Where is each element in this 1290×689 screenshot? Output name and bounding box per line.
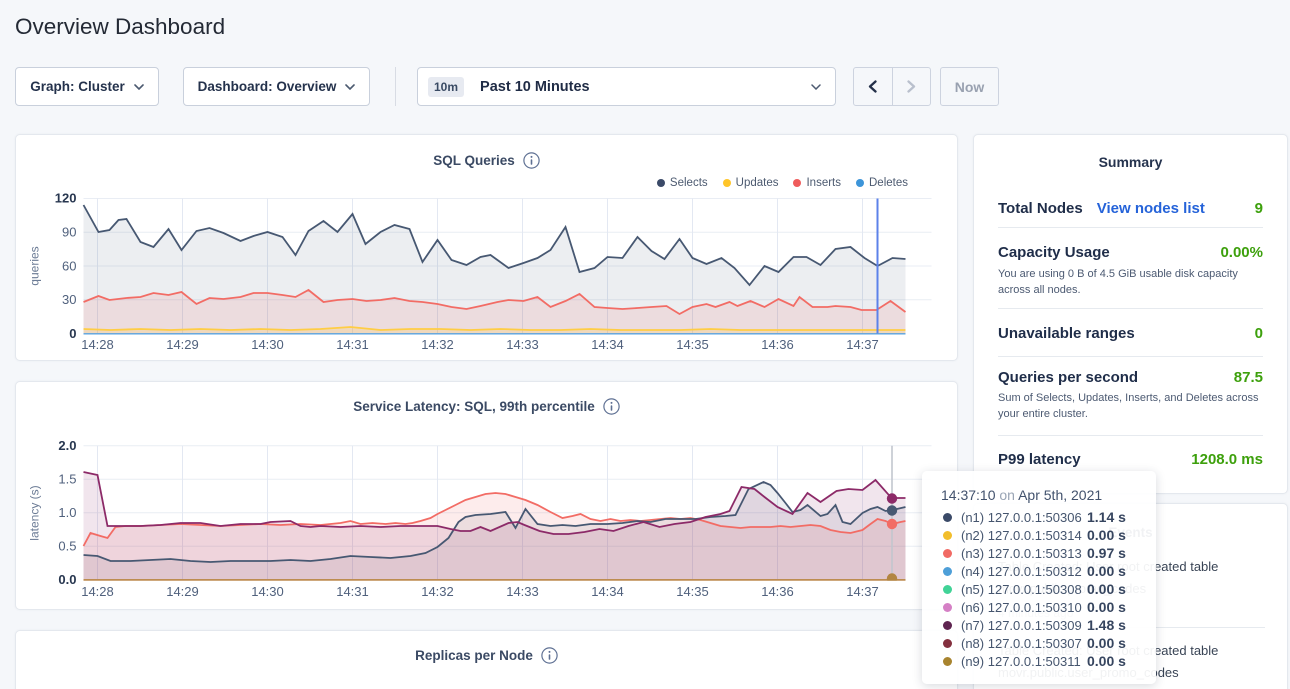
svg-text:14:29: 14:29 [166,584,199,599]
svg-text:0.5: 0.5 [58,539,76,554]
svg-text:14:36: 14:36 [761,337,794,352]
svg-text:14:30: 14:30 [251,337,284,352]
svg-text:14:34: 14:34 [591,584,624,599]
svg-text:latency (s): latency (s) [27,485,41,540]
svg-text:14:33: 14:33 [506,337,539,352]
svg-text:0.0: 0.0 [58,572,76,587]
svg-text:14:28: 14:28 [81,337,114,352]
svg-text:0: 0 [69,326,76,341]
svg-text:14:34: 14:34 [591,337,624,352]
svg-text:14:31: 14:31 [336,337,369,352]
svg-text:14:32: 14:32 [421,584,454,599]
svg-text:14:32: 14:32 [421,337,454,352]
svg-text:2.0: 2.0 [58,438,76,453]
svg-text:14:36: 14:36 [761,584,794,599]
svg-text:14:33: 14:33 [506,584,539,599]
svg-text:14:35: 14:35 [676,337,709,352]
svg-text:14:30: 14:30 [251,584,284,599]
svg-text:queries: queries [27,246,41,285]
svg-text:14:37: 14:37 [846,584,879,599]
svg-text:14:31: 14:31 [336,584,369,599]
svg-text:14:35: 14:35 [676,584,709,599]
svg-text:14:37: 14:37 [846,337,879,352]
svg-text:14:28: 14:28 [81,584,114,599]
svg-text:30: 30 [62,292,76,307]
svg-text:120: 120 [54,191,76,206]
svg-text:90: 90 [62,225,76,240]
svg-text:1.0: 1.0 [58,505,76,520]
svg-text:1.5: 1.5 [58,472,76,487]
svg-text:14:29: 14:29 [166,337,199,352]
svg-text:60: 60 [62,259,76,274]
